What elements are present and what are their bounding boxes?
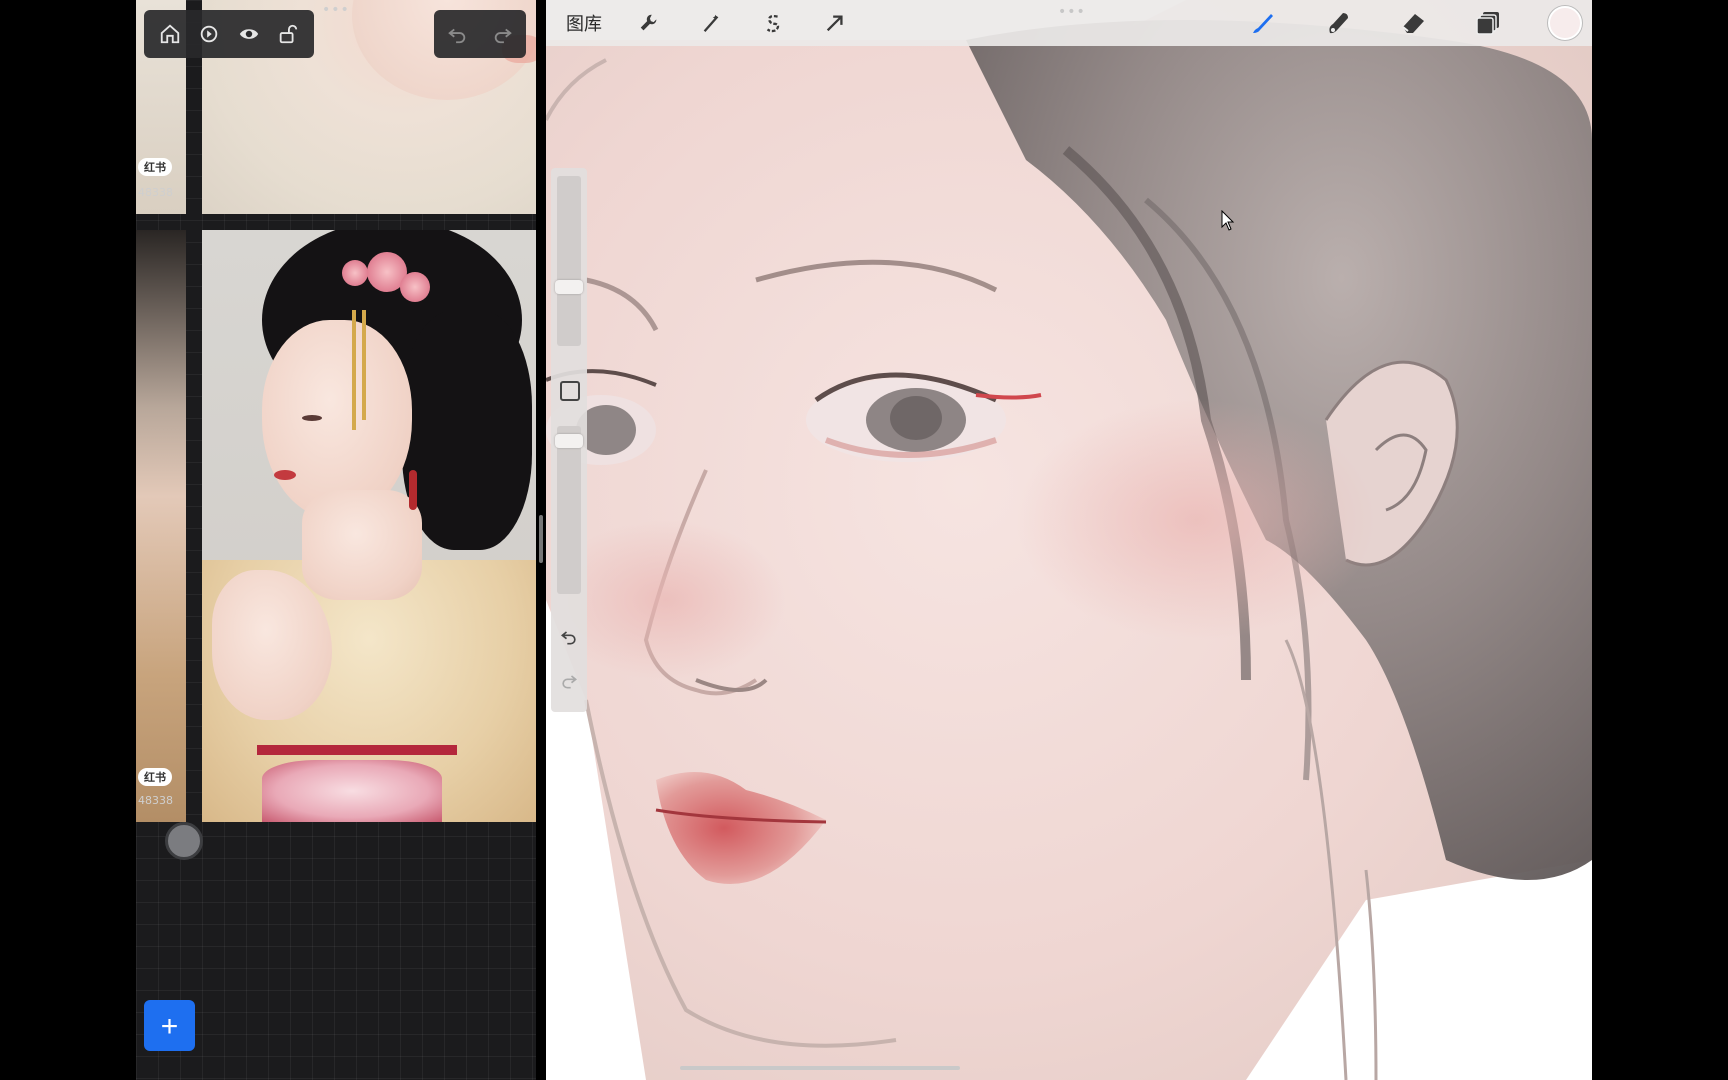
modify-button[interactable] — [560, 381, 580, 401]
undo-icon[interactable] — [444, 21, 470, 47]
redo-icon[interactable] — [490, 21, 516, 47]
wrench-icon[interactable] — [634, 8, 664, 38]
panel-drag-dots[interactable]: ••• — [322, 2, 350, 18]
red-sash — [257, 745, 457, 755]
drawing-canvas[interactable] — [546, 0, 1592, 1080]
layers-icon[interactable] — [1473, 8, 1503, 38]
watermark-badge: 红书 — [138, 158, 172, 176]
home-indicator[interactable] — [680, 1066, 960, 1070]
lips — [274, 470, 296, 480]
watermark-code: 48338 — [138, 186, 173, 199]
painting-artwork — [546, 0, 1592, 1080]
opacity-slider[interactable] — [557, 426, 581, 594]
side-toolbar — [551, 168, 587, 712]
eye — [302, 415, 322, 421]
arrow-cursor-icon[interactable] — [820, 8, 850, 38]
smudge-icon[interactable] — [1323, 8, 1353, 38]
rotate-icon[interactable] — [196, 21, 222, 47]
brush-icon[interactable] — [1248, 8, 1278, 38]
flower-ornament-2 — [400, 272, 430, 302]
reference-undo-redo — [434, 10, 526, 58]
hairpin-tassel — [352, 310, 356, 430]
watermark-badge-2: 红书 — [138, 768, 172, 786]
eraser-icon[interactable] — [1398, 8, 1428, 38]
brush-size-knob[interactable] — [555, 280, 583, 294]
color-picker[interactable] — [1548, 6, 1582, 40]
add-reference-button[interactable]: + — [144, 1000, 195, 1051]
magic-wand-icon[interactable] — [696, 8, 726, 38]
neck — [302, 490, 422, 600]
brush-size-slider[interactable] — [557, 176, 581, 346]
split-view-divider[interactable] — [539, 515, 543, 563]
hair-back — [402, 310, 532, 550]
toolbar-drag-dots[interactable]: ••• — [1058, 4, 1086, 20]
rose-garment — [262, 760, 442, 822]
panel-resize-handle[interactable] — [165, 822, 203, 860]
selection-s-icon[interactable] — [758, 8, 788, 38]
tool-group — [1248, 0, 1592, 46]
opacity-knob[interactable] — [555, 434, 583, 448]
reference-toolbar — [144, 10, 314, 58]
gallery-button[interactable]: 图库 — [566, 10, 602, 36]
flower-ornament-3 — [342, 260, 368, 286]
reference-image-portrait[interactable] — [202, 230, 536, 822]
canvas-undo-icon[interactable] — [558, 626, 580, 648]
eye-icon[interactable] — [236, 21, 262, 47]
watermark-code-2: 48338 — [138, 794, 173, 807]
earring — [409, 470, 417, 510]
reference-panel: 红书 48338 红书 48338 — [136, 0, 536, 1080]
canvas-redo-icon[interactable] — [558, 670, 580, 692]
mouse-pointer-icon — [1221, 210, 1235, 231]
reference-image-bottom-left[interactable]: 红书 48338 — [136, 230, 186, 822]
hairpin-tassel-2 — [362, 310, 366, 420]
unlock-icon[interactable] — [275, 21, 301, 47]
home-icon[interactable] — [157, 21, 183, 47]
